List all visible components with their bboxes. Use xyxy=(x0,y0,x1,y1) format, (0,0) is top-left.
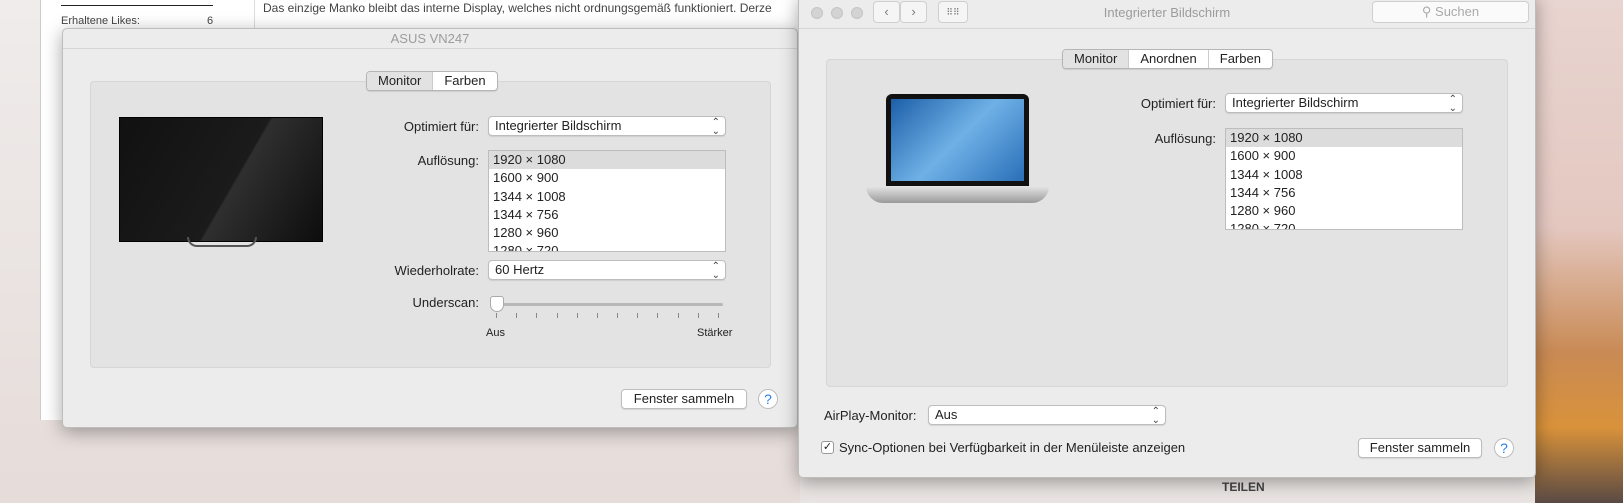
refresh-value: 60 Hertz xyxy=(495,262,545,277)
resolution-item[interactable]: 1344 × 756 xyxy=(489,206,725,224)
sync-checkbox[interactable]: ✓ xyxy=(821,441,834,454)
resolution-item[interactable]: 1920 × 1080 xyxy=(489,151,725,170)
tab-farben[interactable]: Farben xyxy=(433,72,496,90)
tab-bar: Monitor Farben xyxy=(366,71,498,91)
help-button[interactable]: ? xyxy=(758,389,778,409)
builtin-display-window: Integrierter Bildschirm ‹ › ⠿⠿ ⚲ Suchen … xyxy=(798,0,1536,478)
optimized-popup[interactable]: Integrierter Bildschirm ⌃ ⌄ xyxy=(1225,93,1463,114)
monitor-stand xyxy=(187,237,257,247)
resolution-item[interactable]: 1280 × 720 xyxy=(489,242,725,251)
tab-monitor[interactable]: Monitor xyxy=(367,72,434,90)
resolution-item[interactable]: 1344 × 756 xyxy=(1226,184,1462,202)
likes-label: Erhaltene Likes: xyxy=(61,15,140,27)
resolution-label: Auflösung: xyxy=(1154,131,1216,146)
slider-ticks xyxy=(496,313,719,319)
airplay-label: AirPlay-Monitor: xyxy=(824,408,917,423)
chevron-updown-icon: ⌃ ⌄ xyxy=(1151,406,1160,426)
tab-bar: Monitor Anordnen Farben xyxy=(1062,49,1273,69)
airplay-value: Aus xyxy=(935,407,958,422)
back-button[interactable]: ‹ xyxy=(873,1,900,23)
gather-windows-button[interactable]: Fenster sammeln xyxy=(1358,438,1482,458)
window-title: ASUS VN247 xyxy=(63,29,797,49)
slider-tick xyxy=(576,313,578,318)
chevron-updown-icon: ⌃ ⌄ xyxy=(711,261,720,281)
resolution-label: Auflösung: xyxy=(417,153,479,168)
chevron-updown-icon: ⌃ ⌄ xyxy=(711,117,720,137)
chevron-updown-icon: ⌃ ⌄ xyxy=(1448,94,1457,114)
underscan-min: Aus xyxy=(486,327,505,339)
slider-thumb[interactable] xyxy=(490,296,504,312)
slider-tick xyxy=(617,313,619,318)
slider-tick xyxy=(657,313,659,318)
desktop-wallpaper xyxy=(1535,0,1623,503)
refresh-label: Wiederholrate: xyxy=(394,263,479,278)
asus-display-window: ASUS VN247 Monitor Farben Optimiert für:… xyxy=(62,28,798,428)
resolution-item[interactable]: 1344 × 1008 xyxy=(489,188,725,206)
underscan-max: Stärker xyxy=(697,327,733,339)
slider-tick xyxy=(637,313,639,318)
resolution-item[interactable]: 1920 × 1080 xyxy=(1226,129,1462,148)
search-placeholder: Suchen xyxy=(1435,4,1480,19)
optimized-popup[interactable]: Integrierter Bildschirm ⌃ ⌄ xyxy=(488,116,726,137)
laptop-base xyxy=(866,186,1049,203)
help-button[interactable]: ? xyxy=(1494,438,1514,458)
slider-tick xyxy=(516,313,518,318)
optimized-value: Integrierter Bildschirm xyxy=(1232,95,1359,110)
resolution-list[interactable]: 1920 × 1080 1600 × 900 1344 × 1008 1344 … xyxy=(488,150,726,252)
laptop-image xyxy=(886,94,1029,186)
grid-icon[interactable]: ⠿⠿ xyxy=(938,1,968,23)
forward-button[interactable]: › xyxy=(900,1,927,23)
slider-tick xyxy=(718,313,719,318)
underscan-slider[interactable] xyxy=(491,303,723,306)
airplay-popup[interactable]: Aus ⌃ ⌄ xyxy=(928,405,1166,426)
underscan-label: Underscan: xyxy=(412,295,479,310)
slider-tick xyxy=(536,313,538,318)
likes-value: 6 xyxy=(207,15,214,27)
zoom-button[interactable] xyxy=(851,7,863,19)
monitor-image xyxy=(119,117,323,242)
slider-tick xyxy=(496,313,497,318)
search-icon: ⚲ xyxy=(1421,4,1432,19)
sync-label: Sync-Optionen bei Verfügbarkeit in der M… xyxy=(839,440,1186,455)
blog-text: Das einzige Manko bleibt das interne Dis… xyxy=(263,1,772,15)
resolution-item[interactable]: 1344 × 1008 xyxy=(1226,166,1462,184)
teilen-label: TEILEN xyxy=(1222,480,1265,494)
refresh-popup[interactable]: 60 Hertz ⌃ ⌄ xyxy=(488,260,726,281)
optimized-label: Optimiert für: xyxy=(1140,96,1216,111)
resolution-item[interactable]: 1280 × 960 xyxy=(1226,202,1462,220)
slider-tick xyxy=(697,313,699,318)
tab-farben[interactable]: Farben xyxy=(1209,50,1272,68)
optimized-value: Integrierter Bildschirm xyxy=(495,118,622,133)
tab-anordnen[interactable]: Anordnen xyxy=(1129,50,1209,68)
search-field[interactable]: ⚲ Suchen xyxy=(1372,1,1529,23)
resolution-item[interactable]: 1600 × 900 xyxy=(1226,147,1462,165)
resolution-item[interactable]: 1600 × 900 xyxy=(489,169,725,187)
slider-tick xyxy=(556,313,558,318)
tab-monitor[interactable]: Monitor xyxy=(1063,50,1130,68)
optimized-label: Optimiert für: xyxy=(403,119,479,134)
slider-tick xyxy=(596,313,598,318)
minimize-button[interactable] xyxy=(831,7,843,19)
close-button[interactable] xyxy=(811,7,823,19)
resolution-item[interactable]: 1280 × 720 xyxy=(1226,220,1462,229)
resolution-item[interactable]: 1280 × 960 xyxy=(489,224,725,242)
resolution-list[interactable]: 1920 × 1080 1600 × 900 1344 × 1008 1344 … xyxy=(1225,128,1463,230)
gather-windows-button[interactable]: Fenster sammeln xyxy=(621,389,747,409)
slider-tick xyxy=(677,313,679,318)
